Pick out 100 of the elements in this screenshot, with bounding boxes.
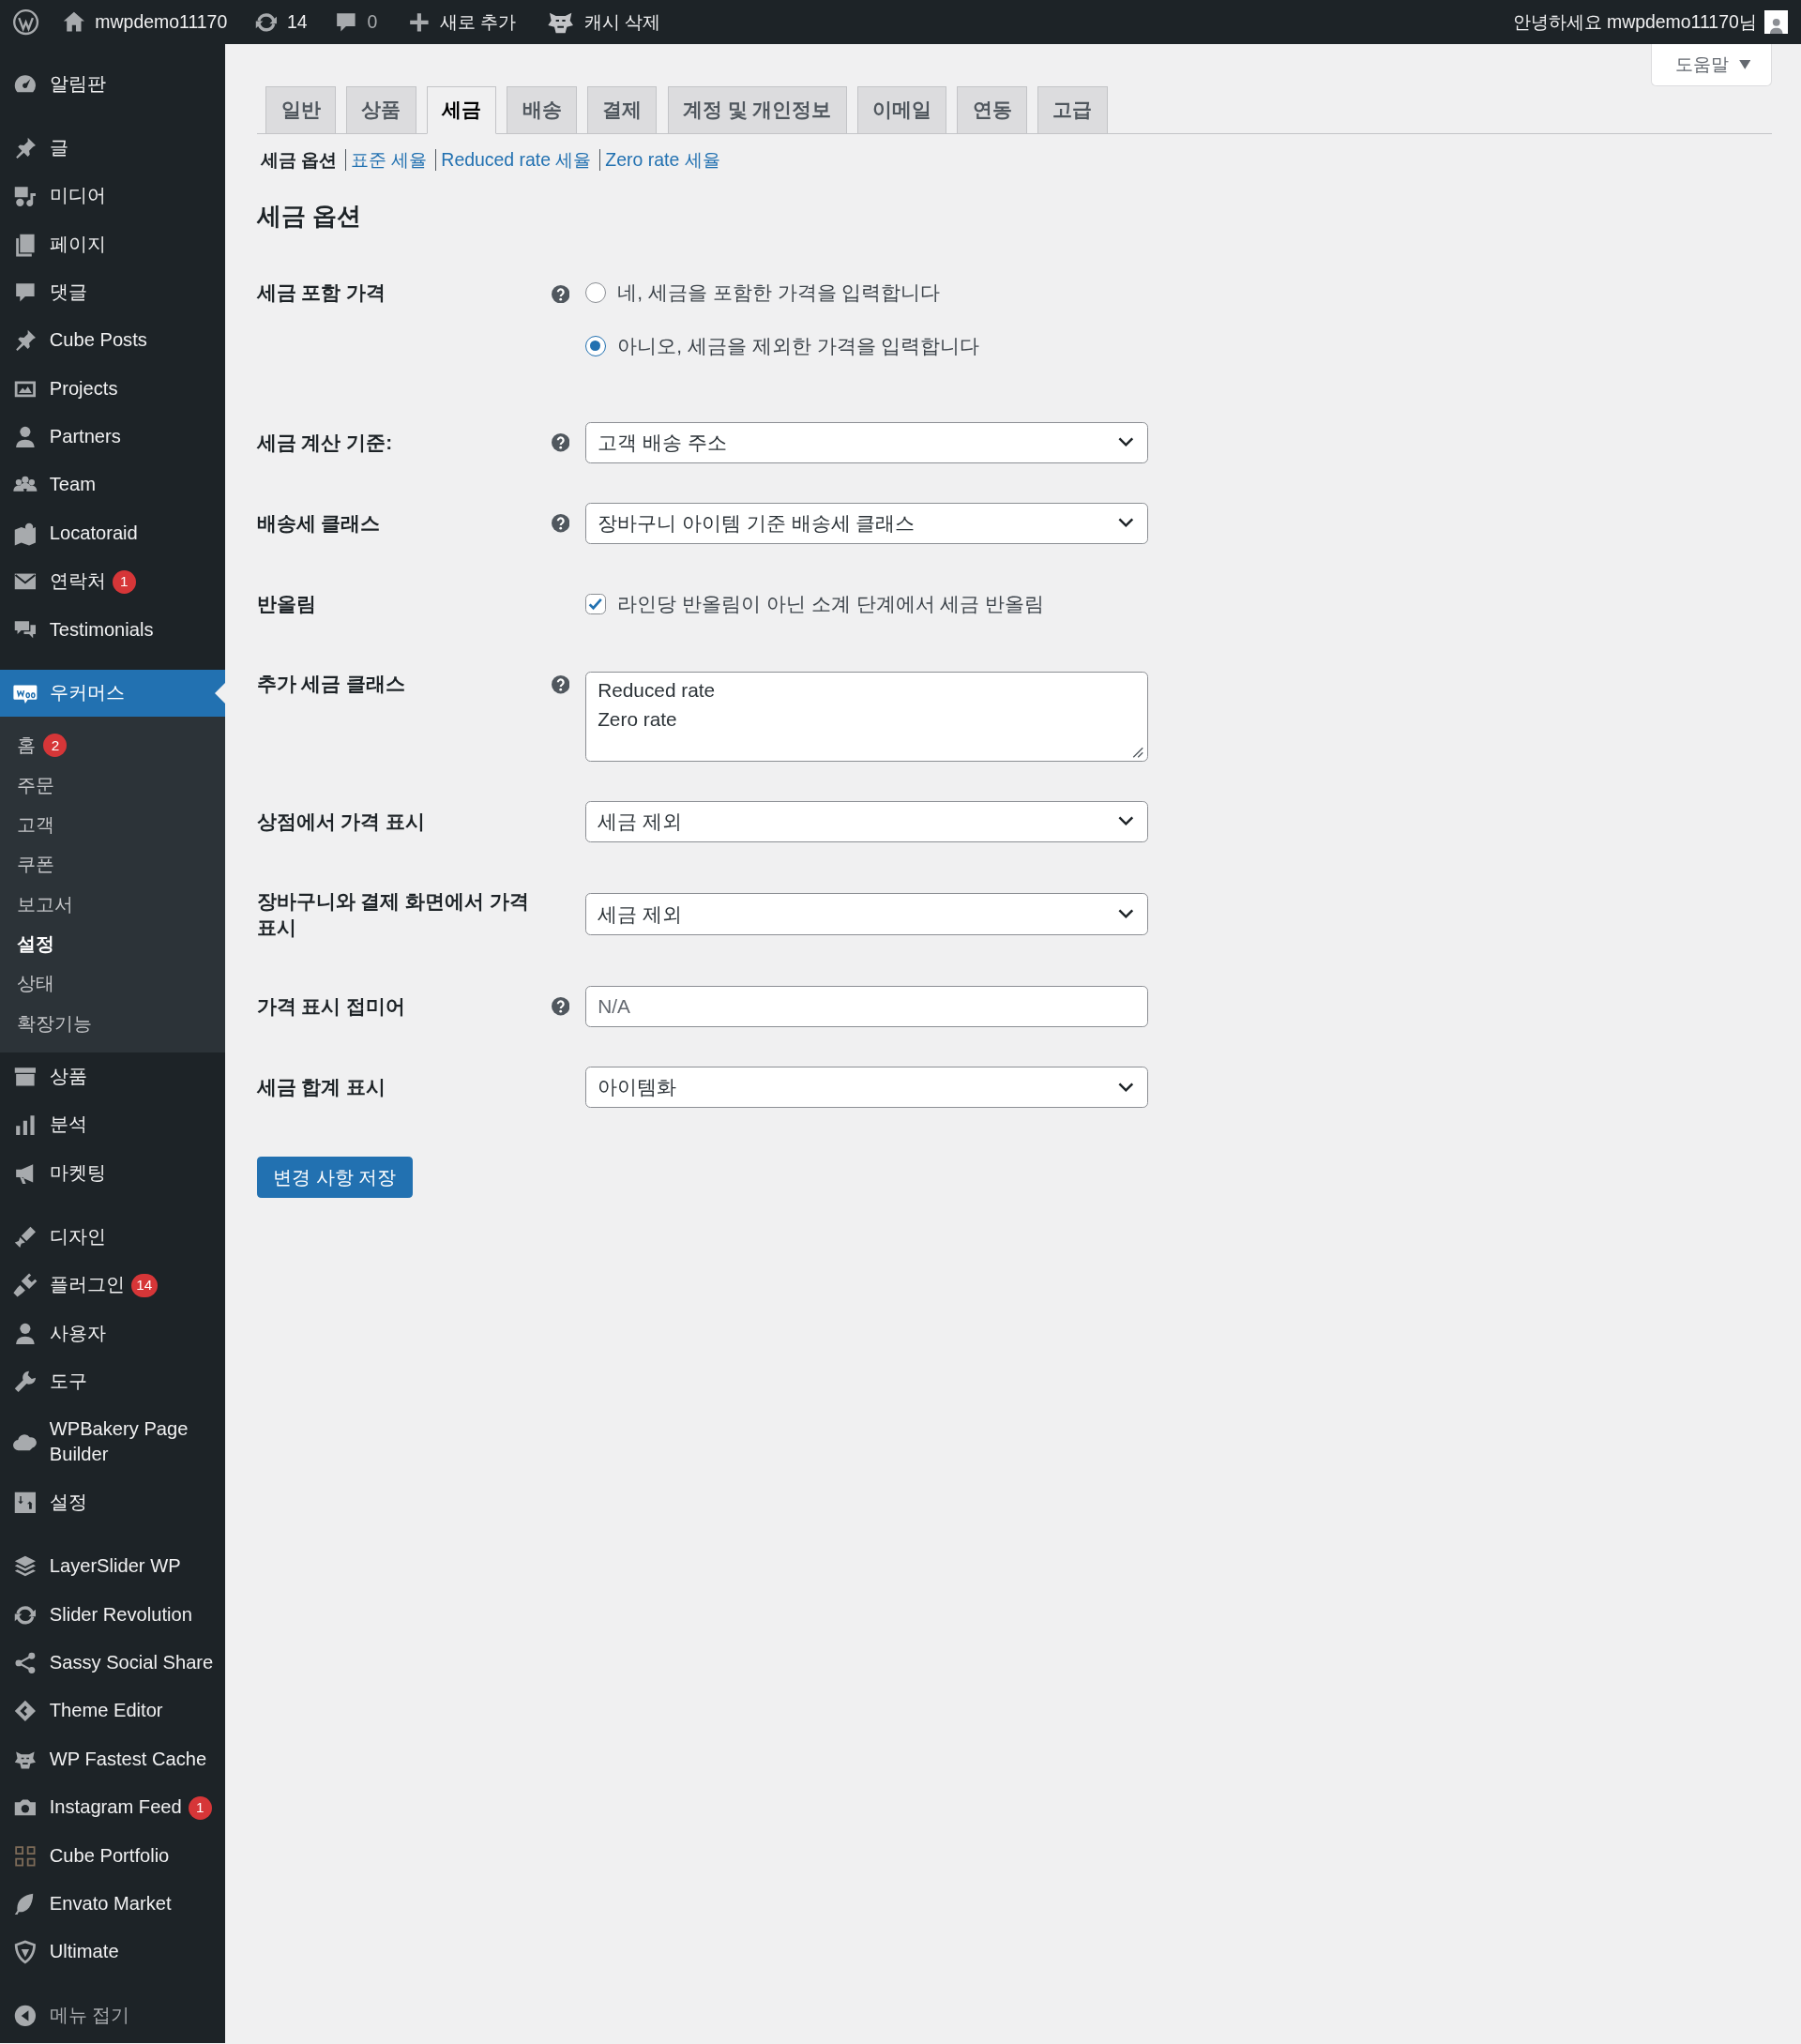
sidebar-item[interactable]: 분석 xyxy=(0,1100,226,1149)
submenu-item[interactable]: 쿠폰 xyxy=(0,844,226,886)
sidebar-item[interactable]: 댓글 xyxy=(0,268,226,317)
select-field[interactable]: 세금 제외 xyxy=(584,893,1148,935)
sidebar-item[interactable]: Team xyxy=(0,461,226,510)
field-label: 상점에서 가격 표시 xyxy=(256,810,426,832)
tab[interactable]: 계정 및 개인정보 xyxy=(667,85,847,135)
count-badge: 1 xyxy=(188,1795,212,1820)
sidebar-item[interactable]: Locatoraid xyxy=(0,509,226,558)
tab[interactable]: 배송 xyxy=(507,85,577,135)
chevron-down-icon xyxy=(1118,1082,1134,1093)
sidebar-item[interactable]: Testimonials xyxy=(0,605,226,655)
sidebar-item[interactable]: 페이지 xyxy=(0,220,226,269)
tab[interactable]: 일반 xyxy=(265,85,336,135)
caret-icon xyxy=(1738,60,1751,69)
help-icon[interactable] xyxy=(551,514,569,533)
sidebar-item[interactable]: WPBakery Page Builder xyxy=(0,1405,226,1479)
account-link[interactable]: 안녕하세요 mwpdemo11170님 xyxy=(1502,0,1801,45)
select-field[interactable]: 장바구니 아이템 기준 배송세 클래스 xyxy=(584,502,1148,545)
save-button[interactable]: 변경 사항 저장 xyxy=(256,1156,414,1199)
submenu-item[interactable]: 설정 xyxy=(0,924,226,964)
field-label: 추가 세금 클래스 xyxy=(256,672,406,694)
sub-nav-link[interactable]: 표준 세율 xyxy=(344,149,428,171)
field-label: 세금 포함 가격 xyxy=(256,281,386,304)
radio-button[interactable] xyxy=(584,335,606,357)
sidebar-item[interactable]: 알림판 xyxy=(0,59,226,109)
sidebar-item[interactable]: 글 xyxy=(0,123,226,173)
clear-cache-link[interactable]: 캐시 삭제 xyxy=(526,0,672,45)
field-label: 세금 계산 기준: xyxy=(256,431,393,453)
submenu-item[interactable]: 보고서 xyxy=(0,885,226,925)
collapse-menu-button[interactable]: 메뉴 접기 xyxy=(0,1991,226,2039)
checkbox[interactable] xyxy=(584,593,606,615)
select-field[interactable]: 아이템화 xyxy=(584,1066,1148,1109)
help-icon[interactable] xyxy=(551,284,569,304)
chevron-down-icon xyxy=(1118,908,1134,920)
sidebar-item[interactable]: Instagram Feed 1 xyxy=(0,1783,226,1832)
sub-nav-link[interactable]: Zero rate 세율 xyxy=(598,149,720,171)
submenu-item[interactable]: 주문 xyxy=(0,765,226,806)
sidebar-item[interactable]: Envato Market xyxy=(0,1880,226,1929)
sidebar-item[interactable]: Sassy Social Share xyxy=(0,1639,226,1688)
new-content-link[interactable]: 새로 추가 xyxy=(387,0,527,45)
help-icon[interactable] xyxy=(551,997,569,1016)
submenu-item[interactable]: 고객 xyxy=(0,805,226,845)
field-label: 가격 표시 접미어 xyxy=(256,995,406,1018)
sidebar-item[interactable]: WP Fastest Cache xyxy=(0,1734,226,1784)
sub-nav-link[interactable]: Reduced rate 세율 xyxy=(434,149,592,171)
tab[interactable]: 이메일 xyxy=(856,85,947,135)
sidebar-item[interactable]: Slider Revolution xyxy=(0,1590,226,1640)
sidebar-item[interactable]: 플러그인 14 xyxy=(0,1261,226,1310)
sidebar-item[interactable]: Cube Portfolio xyxy=(0,1831,226,1881)
tab[interactable]: 세금 xyxy=(426,85,497,135)
avatar-icon xyxy=(1764,10,1789,35)
sidebar-item[interactable]: 설정 xyxy=(0,1478,226,1527)
field-label: 세금 합계 표시 xyxy=(256,1076,386,1098)
sidebar-item[interactable]: Projects xyxy=(0,364,226,414)
chevron-down-icon xyxy=(1118,437,1134,448)
text-area[interactable]: Reduced rate Zero rate xyxy=(584,672,1148,763)
radio-button[interactable] xyxy=(584,282,606,304)
updates-link[interactable]: 14 xyxy=(237,0,318,45)
help-icon[interactable] xyxy=(551,433,569,452)
sidebar-item[interactable]: LayerSlider WP xyxy=(0,1542,226,1591)
text-input[interactable]: N/A xyxy=(584,985,1148,1028)
checkbox-label: 라인당 반올림이 아닌 소계 단계에서 세금 반올림 xyxy=(617,592,1045,616)
radio-label: 아니오, 세금을 제외한 가격을 입력합니다 xyxy=(617,334,980,359)
select-field[interactable]: 세금 제외 xyxy=(584,800,1148,843)
sidebar-item[interactable]: Cube Posts xyxy=(0,316,226,365)
sidebar-item[interactable]: 우커머스 xyxy=(0,669,226,717)
help-tab[interactable]: 도움말 xyxy=(1650,44,1773,86)
comments-link[interactable]: 0 xyxy=(317,0,388,45)
tab[interactable]: 상품 xyxy=(346,85,416,135)
count-badge: 1 xyxy=(112,569,136,594)
submenu-item[interactable]: 확장기능 xyxy=(0,1004,226,1044)
sidebar-item[interactable]: Partners xyxy=(0,413,226,462)
site-name-link[interactable]: mwpdemo11170 xyxy=(51,0,238,45)
help-icon[interactable] xyxy=(551,675,569,694)
sidebar-item[interactable]: 미디어 xyxy=(0,172,226,220)
chevron-down-icon xyxy=(1118,518,1134,529)
sub-nav-link[interactable]: 세금 옵션 xyxy=(260,145,338,174)
sidebar-item[interactable]: 마켓팅 xyxy=(0,1148,226,1198)
plug-icon xyxy=(11,1272,38,1298)
sidebar-item[interactable]: 상품 xyxy=(0,1052,226,1101)
submenu-item[interactable]: 상태 xyxy=(0,963,226,1005)
submenu-item[interactable]: 홈 2 xyxy=(0,725,226,765)
tab[interactable]: 연동 xyxy=(957,85,1027,135)
chevron-down-icon xyxy=(1118,816,1134,827)
sidebar-item[interactable]: 도구 xyxy=(0,1357,226,1406)
field-label: 장바구니와 결제 화면에서 가격 표시 xyxy=(256,889,529,938)
count-badge: 14 xyxy=(130,1273,158,1297)
select-field[interactable]: 고객 배송 주소 xyxy=(584,421,1148,464)
sidebar-item[interactable]: Theme Editor xyxy=(0,1687,226,1735)
sidebar-item[interactable]: 디자인 xyxy=(0,1213,226,1262)
sidebar-item[interactable]: 사용자 xyxy=(0,1309,226,1358)
wordpress-logo-icon xyxy=(11,8,39,37)
sidebar-item[interactable]: 연락처 1 xyxy=(0,557,226,606)
field-label: 반올림 xyxy=(256,593,316,615)
sidebar-item[interactable]: Ultimate xyxy=(0,1928,226,1976)
radio-label: 네, 세금을 포함한 가격을 입력합니다 xyxy=(617,280,941,306)
tab[interactable]: 결제 xyxy=(586,85,658,135)
tab[interactable]: 고급 xyxy=(1037,85,1108,135)
section-heading: 세금 옵션 xyxy=(256,201,362,231)
